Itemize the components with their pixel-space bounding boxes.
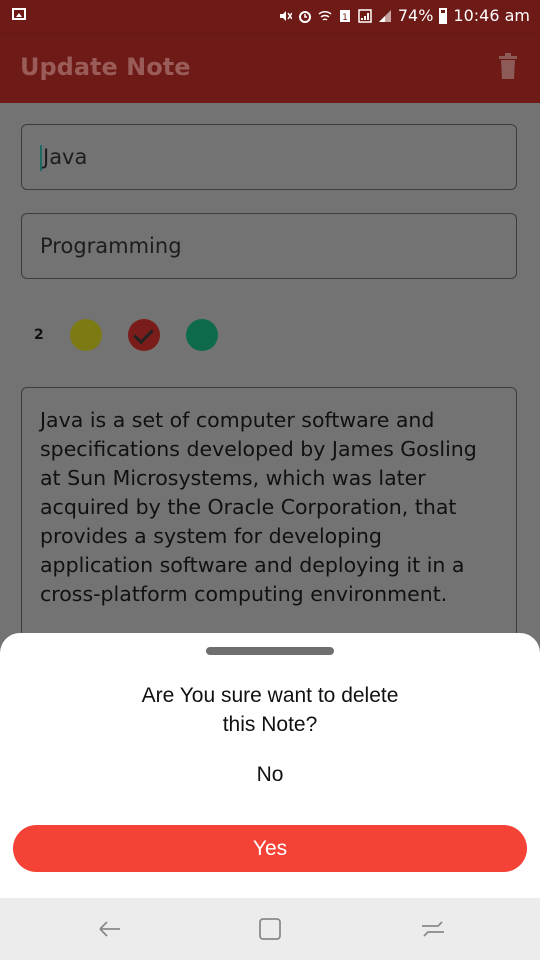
page-title: Update Note (20, 53, 191, 81)
delete-question: Are You sure want to delete this Note? (0, 681, 540, 739)
app-bar: Update Note (0, 33, 540, 103)
status-icons: 1 74% 10:46 am (278, 6, 530, 25)
signal-strength-icon (378, 9, 391, 22)
battery-icon (439, 7, 448, 24)
wifi-icon (318, 10, 332, 21)
title-input[interactable]: Java (21, 124, 517, 190)
description-input[interactable]: Java is a set of computer software and s… (21, 387, 517, 667)
home-icon[interactable] (257, 916, 283, 942)
svg-text:1: 1 (342, 13, 348, 23)
no-button[interactable]: No (0, 763, 540, 787)
alarm-icon (298, 10, 311, 23)
signal-icon (358, 8, 372, 23)
description-value: Java is a set of computer software and s… (40, 408, 477, 606)
yes-button[interactable]: Yes (13, 825, 527, 872)
color-green[interactable] (185, 319, 218, 351)
color-yellow[interactable] (69, 319, 102, 351)
navigation-bar (0, 898, 540, 960)
title-value: Java (43, 145, 88, 169)
battery-percent: 74% (397, 6, 434, 25)
recents-icon[interactable] (420, 916, 446, 942)
color-picker: 2 (34, 319, 244, 351)
sim-icon: 1 (339, 9, 350, 23)
delete-question-line1: Are You sure want to delete (141, 684, 399, 707)
delete-question-line2: this Note? (222, 713, 318, 736)
delete-confirm-sheet: Are You sure want to delete this Note? N… (0, 633, 540, 898)
status-bar: 1 74% 10:46 am (0, 0, 540, 33)
text-cursor (40, 145, 42, 171)
back-icon[interactable] (96, 916, 122, 942)
sheet-drag-handle[interactable] (206, 647, 334, 655)
clock: 10:46 am (453, 6, 530, 25)
category-value: Programming (40, 234, 182, 258)
color-red-selected[interactable] (127, 319, 160, 351)
trash-icon[interactable] (498, 53, 518, 79)
priority-count: 2 (34, 327, 44, 343)
category-input[interactable]: Programming (21, 213, 517, 279)
mute-icon (279, 10, 292, 21)
image-notification-icon (12, 8, 26, 20)
